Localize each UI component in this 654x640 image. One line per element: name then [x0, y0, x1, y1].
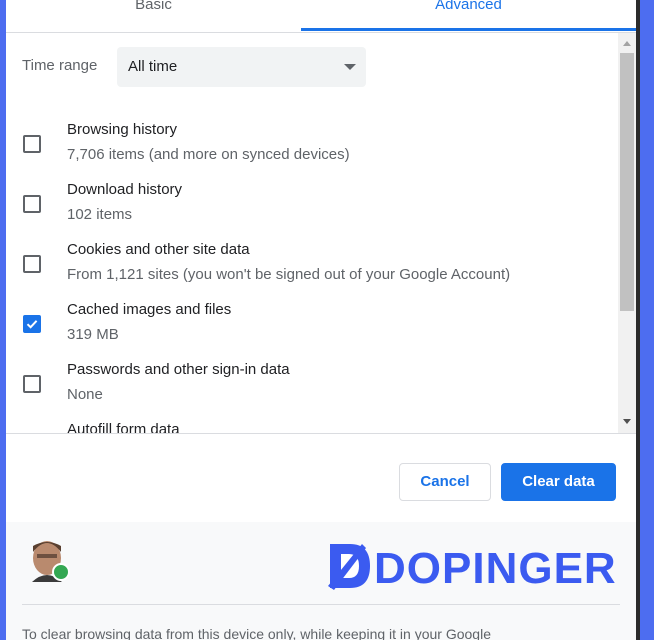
option-subtitle: From 1,121 sites (you won't be signed ou… — [67, 266, 511, 283]
chevron-down-icon — [344, 64, 356, 70]
option-title: Cookies and other site data — [67, 241, 250, 258]
option-title: Passwords and other sign-in data — [67, 361, 290, 378]
scrollbar-thumb[interactable] — [620, 53, 634, 311]
option-title: Cached images and files — [67, 301, 232, 318]
checkmark-icon — [26, 320, 38, 329]
scroll-up-arrow-icon[interactable] — [623, 41, 631, 46]
option-subtitle: 319 MB — [67, 326, 119, 343]
sync-note: To clear browsing data from this device … — [22, 626, 491, 640]
scroll-down-arrow-icon[interactable] — [623, 419, 631, 424]
dopinger-logo-icon — [328, 544, 370, 590]
scrollbar[interactable] — [618, 33, 636, 433]
option-title: Autofill form data — [67, 421, 180, 434]
clear-data-button[interactable]: Clear data — [501, 463, 616, 501]
active-tab-indicator — [301, 28, 636, 31]
brand-logo: DOPINGER — [326, 540, 626, 593]
time-range-label: Time range — [22, 57, 98, 74]
option-subtitle: None — [67, 386, 103, 403]
tab-bar: Basic Advanced — [6, 0, 636, 33]
option-autofill[interactable]: Autofill form data — [6, 411, 616, 434]
checkbox-cookies[interactable] — [23, 255, 41, 273]
clear-browsing-data-dialog: Basic Advanced Time range All time Brows… — [6, 0, 636, 640]
option-passwords[interactable]: Passwords and other sign-in data None — [6, 351, 616, 411]
time-range-select[interactable]: All time — [117, 47, 366, 87]
option-cached-images[interactable]: Cached images and files 319 MB — [6, 291, 616, 351]
tab-advanced[interactable]: Advanced — [301, 0, 636, 24]
option-title: Download history — [67, 181, 183, 198]
options-scroll-area[interactable]: Time range All time Browsing history 7,7… — [6, 33, 636, 434]
option-cookies[interactable]: Cookies and other site data From 1,121 s… — [6, 231, 616, 291]
cancel-button[interactable]: Cancel — [399, 463, 491, 501]
checkbox-download-history[interactable] — [23, 195, 41, 213]
option-title: Browsing history — [67, 121, 178, 138]
checkbox-passwords[interactable] — [23, 375, 41, 393]
avatar — [32, 541, 70, 582]
time-range-value: All time — [128, 58, 178, 75]
checkbox-browsing-history[interactable] — [23, 135, 41, 153]
brand-name: DOPINGER — [374, 544, 617, 593]
option-subtitle: 102 items — [67, 206, 133, 223]
option-browsing-history[interactable]: Browsing history 7,706 items (and more o… — [6, 111, 616, 171]
checkbox-cached-images[interactable] — [23, 315, 41, 333]
footer-divider — [22, 604, 620, 605]
option-subtitle: 7,706 items (and more on synced devices) — [67, 146, 350, 163]
tab-basic[interactable]: Basic — [6, 0, 301, 24]
window-edge — [636, 0, 640, 640]
account-footer: DOPINGER To clear browsing data from thi… — [6, 522, 636, 640]
option-download-history[interactable]: Download history 102 items — [6, 171, 616, 231]
